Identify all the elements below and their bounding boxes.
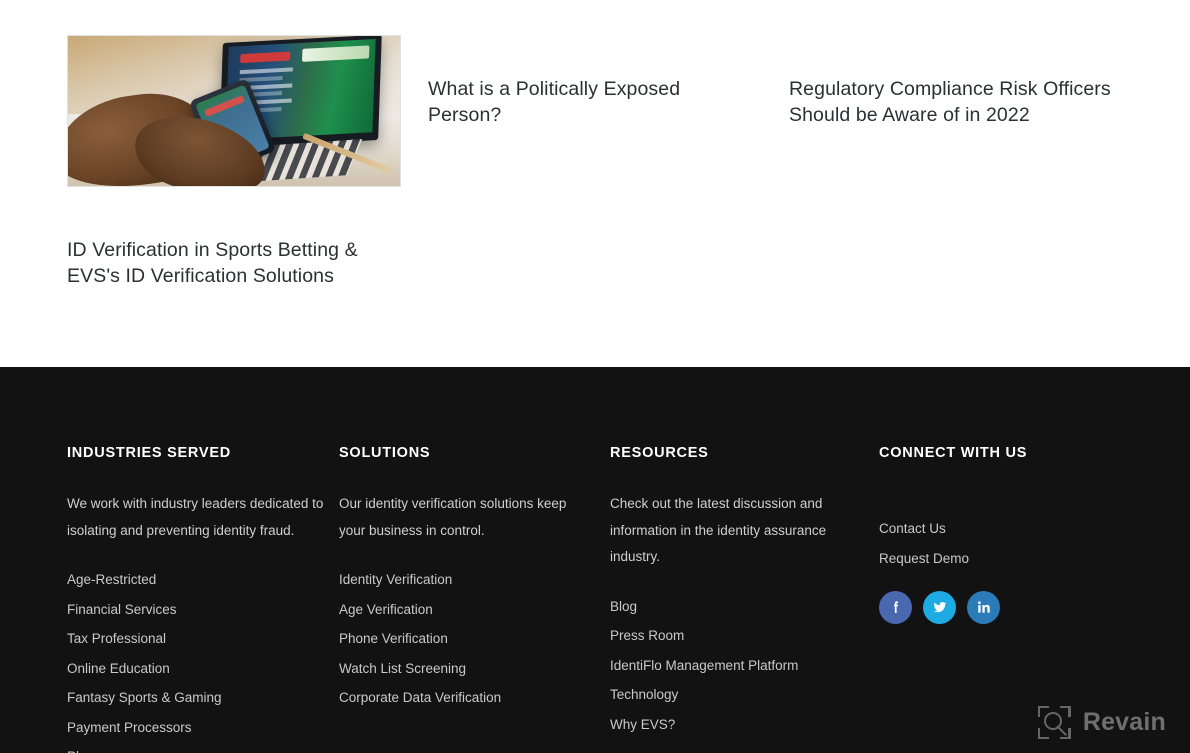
footer-links-resources: Blog Press Room IdentiFlo Management Pla… [610, 598, 860, 734]
list-item: Online Education [67, 660, 329, 678]
site-footer: INDUSTRIES SERVED We work with industry … [0, 367, 1190, 753]
sports-betting-photo [68, 36, 400, 186]
footer-links-solutions: Identity Verification Age Verification P… [339, 571, 589, 707]
footer-heading-resources: RESOURCES [610, 445, 709, 461]
revain-watermark: Revain [1037, 706, 1166, 739]
footer-link-corporate-data-verification[interactable]: Corporate Data Verification [339, 690, 501, 705]
footer-link-blog[interactable]: Blog [610, 599, 637, 614]
footer-link-phone-verification[interactable]: Phone Verification [339, 631, 448, 646]
footer-description-resources: Check out the latest discussion and info… [610, 496, 827, 564]
linkedin-icon[interactable] [967, 590, 1000, 624]
list-item: Watch List Screening [339, 660, 589, 678]
footer-link-request-demo[interactable]: Request Demo [879, 551, 969, 566]
footer-heading-connect-with-us: CONNECT WITH US [879, 445, 1028, 461]
footer-column-connect-with-us: CONNECT WITH US Contact Us Request Demo [879, 367, 1129, 624]
article-headline-regulatory-compliance[interactable]: Regulatory Compliance Risk Officers Shou… [789, 76, 1119, 128]
list-item: Fantasy Sports & Gaming [67, 689, 329, 707]
footer-link-online-education[interactable]: Online Education [67, 661, 170, 676]
footer-heading-solutions: SOLUTIONS [339, 445, 431, 461]
footer-column-resources: RESOURCES Check out the latest discussio… [610, 367, 860, 745]
list-item: Blog [610, 598, 860, 616]
footer-column-solutions: SOLUTIONS Our identity verification solu… [339, 367, 589, 719]
list-item: Age Verification [339, 601, 589, 619]
footer-link-age-verification[interactable]: Age Verification [339, 602, 433, 617]
footer-link-tax-professional[interactable]: Tax Professional [67, 631, 166, 646]
list-item: Financial Services [67, 601, 329, 619]
list-item: Phone Verification [339, 630, 589, 648]
article-headline-sports-betting[interactable]: ID Verification in Sports Betting & EVS'… [67, 237, 407, 289]
list-item: Request Demo [879, 550, 1129, 568]
footer-heading-industries-served: INDUSTRIES SERVED [67, 445, 231, 461]
list-item: Press Room [610, 627, 860, 645]
footer-link-contact-us[interactable]: Contact Us [879, 521, 946, 536]
list-item: Tax Professional [67, 630, 329, 648]
page-root: What is a Politically Exposed Person? Re… [0, 0, 1190, 753]
footer-description-solutions: Our identity verification solutions keep… [339, 496, 567, 538]
article-thumbnail-sports-betting[interactable] [67, 35, 401, 187]
footer-link-pharmacy[interactable]: Pharmacy [67, 749, 128, 753]
footer-links-industries-served: Age-Restricted Financial Services Tax Pr… [67, 571, 329, 753]
list-item: Why EVS? [610, 716, 860, 734]
footer-column-industries-served: INDUSTRIES SERVED We work with industry … [67, 367, 329, 753]
article-headline-pep[interactable]: What is a Politically Exposed Person? [428, 76, 758, 128]
list-item: Corporate Data Verification [339, 689, 589, 707]
footer-description-industries-served: We work with industry leaders dedicated … [67, 496, 324, 538]
footer-link-payment-processors[interactable]: Payment Processors [67, 720, 192, 735]
footer-link-press-room[interactable]: Press Room [610, 628, 684, 643]
twitter-icon[interactable] [923, 590, 956, 624]
footer-link-fantasy-sports-gaming[interactable]: Fantasy Sports & Gaming [67, 690, 222, 705]
revain-watermark-text: Revain [1082, 708, 1166, 736]
footer-link-why-evs[interactable]: Why EVS? [610, 717, 675, 732]
list-item: Technology [610, 686, 860, 704]
list-item: Age-Restricted [67, 571, 329, 589]
social-links [879, 590, 1129, 624]
footer-links-connect-with-us: Contact Us Request Demo [879, 520, 1129, 568]
list-item: IdentiFlo Management Platform [610, 657, 860, 675]
footer-link-age-restricted[interactable]: Age-Restricted [67, 572, 156, 587]
footer-link-identiflo-management-platform[interactable]: IdentiFlo Management Platform [610, 658, 798, 673]
revain-logo-icon [1037, 706, 1071, 739]
blog-teaser-section: What is a Politically Exposed Person? Re… [0, 0, 1190, 367]
list-item: Payment Processors [67, 719, 329, 737]
list-item: Pharmacy [67, 748, 329, 753]
footer-link-financial-services[interactable]: Financial Services [67, 602, 177, 617]
facebook-icon[interactable] [879, 590, 912, 624]
list-item: Identity Verification [339, 571, 589, 589]
footer-link-technology[interactable]: Technology [610, 687, 678, 702]
footer-link-watch-list-screening[interactable]: Watch List Screening [339, 661, 466, 676]
footer-link-identity-verification[interactable]: Identity Verification [339, 572, 452, 587]
list-item: Contact Us [879, 520, 1129, 538]
